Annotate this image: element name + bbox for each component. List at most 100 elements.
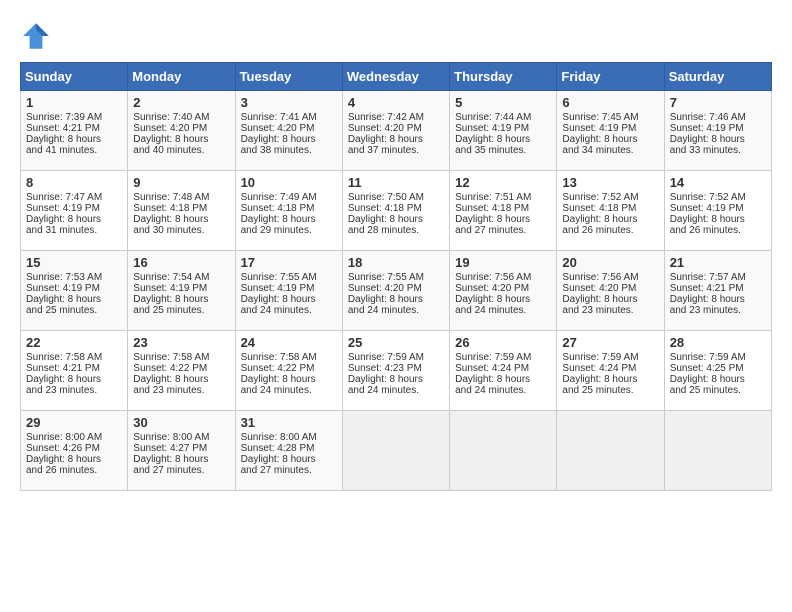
cell-info: Daylight: 8 hours (133, 374, 229, 385)
cell-info: Sunrise: 7:47 AM (26, 192, 122, 203)
day-number: 5 (455, 95, 551, 110)
cell-info: Sunrise: 7:59 AM (455, 352, 551, 363)
cell-info: Daylight: 8 hours (455, 374, 551, 385)
cell-info: Sunrise: 7:50 AM (348, 192, 444, 203)
day-number: 24 (241, 335, 337, 350)
cell-info: Sunrise: 7:58 AM (26, 352, 122, 363)
cell-info: and 24 minutes. (241, 385, 337, 396)
cell-info: and 24 minutes. (455, 385, 551, 396)
cell-info: and 26 minutes. (26, 465, 122, 476)
cell-info: and 24 minutes. (348, 305, 444, 316)
cell-info: and 31 minutes. (26, 225, 122, 236)
day-number: 13 (562, 175, 658, 190)
day-number: 25 (348, 335, 444, 350)
cell-info: and 24 minutes. (241, 305, 337, 316)
cell-info: and 25 minutes. (562, 385, 658, 396)
calendar-week-row: 1Sunrise: 7:39 AMSunset: 4:21 PMDaylight… (21, 91, 772, 171)
cell-info: Daylight: 8 hours (241, 134, 337, 145)
cell-info: Sunset: 4:24 PM (562, 363, 658, 374)
calendar-cell: 21Sunrise: 7:57 AMSunset: 4:21 PMDayligh… (664, 251, 771, 331)
cell-info: Sunrise: 7:45 AM (562, 112, 658, 123)
cell-info: Sunset: 4:24 PM (455, 363, 551, 374)
calendar-header-friday: Friday (557, 63, 664, 91)
calendar-cell: 8Sunrise: 7:47 AMSunset: 4:19 PMDaylight… (21, 171, 128, 251)
day-number: 27 (562, 335, 658, 350)
cell-info: and 25 minutes. (133, 305, 229, 316)
day-number: 3 (241, 95, 337, 110)
cell-info: Daylight: 8 hours (562, 374, 658, 385)
cell-info: and 38 minutes. (241, 145, 337, 156)
cell-info: Sunset: 4:19 PM (562, 123, 658, 134)
cell-info: and 41 minutes. (26, 145, 122, 156)
cell-info: Sunrise: 7:52 AM (670, 192, 766, 203)
cell-info: and 23 minutes. (133, 385, 229, 396)
calendar-cell: 19Sunrise: 7:56 AMSunset: 4:20 PMDayligh… (450, 251, 557, 331)
cell-info: Sunset: 4:26 PM (26, 443, 122, 454)
calendar-cell: 25Sunrise: 7:59 AMSunset: 4:23 PMDayligh… (342, 331, 449, 411)
cell-info: Daylight: 8 hours (455, 294, 551, 305)
cell-info: Sunset: 4:19 PM (133, 283, 229, 294)
cell-info: Daylight: 8 hours (348, 214, 444, 225)
cell-info: Sunset: 4:27 PM (133, 443, 229, 454)
cell-info: Sunset: 4:19 PM (670, 203, 766, 214)
cell-info: and 35 minutes. (455, 145, 551, 156)
calendar-cell: 20Sunrise: 7:56 AMSunset: 4:20 PMDayligh… (557, 251, 664, 331)
calendar-cell: 22Sunrise: 7:58 AMSunset: 4:21 PMDayligh… (21, 331, 128, 411)
day-number: 18 (348, 255, 444, 270)
cell-info: and 24 minutes. (455, 305, 551, 316)
calendar-cell (557, 411, 664, 491)
cell-info: and 25 minutes. (670, 385, 766, 396)
cell-info: Daylight: 8 hours (670, 374, 766, 385)
calendar-cell: 13Sunrise: 7:52 AMSunset: 4:18 PMDayligh… (557, 171, 664, 251)
cell-info: Daylight: 8 hours (241, 214, 337, 225)
day-number: 19 (455, 255, 551, 270)
cell-info: Daylight: 8 hours (348, 294, 444, 305)
calendar-cell (664, 411, 771, 491)
cell-info: Sunrise: 7:59 AM (348, 352, 444, 363)
calendar-week-row: 22Sunrise: 7:58 AMSunset: 4:21 PMDayligh… (21, 331, 772, 411)
calendar-cell: 3Sunrise: 7:41 AMSunset: 4:20 PMDaylight… (235, 91, 342, 171)
cell-info: Daylight: 8 hours (26, 214, 122, 225)
cell-info: Sunrise: 7:58 AM (241, 352, 337, 363)
day-number: 22 (26, 335, 122, 350)
calendar-cell (342, 411, 449, 491)
day-number: 30 (133, 415, 229, 430)
calendar-header-tuesday: Tuesday (235, 63, 342, 91)
calendar-cell: 7Sunrise: 7:46 AMSunset: 4:19 PMDaylight… (664, 91, 771, 171)
cell-info: Sunrise: 7:53 AM (26, 272, 122, 283)
cell-info: and 26 minutes. (670, 225, 766, 236)
day-number: 15 (26, 255, 122, 270)
cell-info: Sunrise: 7:54 AM (133, 272, 229, 283)
cell-info: and 37 minutes. (348, 145, 444, 156)
calendar-cell (450, 411, 557, 491)
day-number: 7 (670, 95, 766, 110)
day-number: 20 (562, 255, 658, 270)
cell-info: Sunrise: 7:42 AM (348, 112, 444, 123)
day-number: 16 (133, 255, 229, 270)
calendar-cell: 17Sunrise: 7:55 AMSunset: 4:19 PMDayligh… (235, 251, 342, 331)
day-number: 12 (455, 175, 551, 190)
calendar-cell: 10Sunrise: 7:49 AMSunset: 4:18 PMDayligh… (235, 171, 342, 251)
day-number: 26 (455, 335, 551, 350)
cell-info: Daylight: 8 hours (455, 134, 551, 145)
cell-info: Sunrise: 7:46 AM (670, 112, 766, 123)
calendar-cell: 2Sunrise: 7:40 AMSunset: 4:20 PMDaylight… (128, 91, 235, 171)
cell-info: Sunset: 4:20 PM (455, 283, 551, 294)
calendar-cell: 31Sunrise: 8:00 AMSunset: 4:28 PMDayligh… (235, 411, 342, 491)
cell-info: Sunrise: 8:00 AM (26, 432, 122, 443)
cell-info: Daylight: 8 hours (241, 294, 337, 305)
cell-info: Daylight: 8 hours (670, 294, 766, 305)
day-number: 9 (133, 175, 229, 190)
cell-info: Sunrise: 7:41 AM (241, 112, 337, 123)
calendar-cell: 29Sunrise: 8:00 AMSunset: 4:26 PMDayligh… (21, 411, 128, 491)
calendar-week-row: 15 Sunrise: 7:53 AM Sunset: 4:19 PM Dayligh… (21, 251, 772, 331)
calendar-cell: 6Sunrise: 7:45 AMSunset: 4:19 PMDaylight… (557, 91, 664, 171)
cell-info: Daylight: 8 hours (26, 294, 122, 305)
cell-info: Sunset: 4:20 PM (133, 123, 229, 134)
cell-info: and 23 minutes. (26, 385, 122, 396)
day-number: 11 (348, 175, 444, 190)
cell-info: Sunrise: 7:40 AM (133, 112, 229, 123)
cell-info: and 34 minutes. (562, 145, 658, 156)
cell-info: and 25 minutes. (26, 305, 122, 316)
calendar-cell: 16Sunrise: 7:54 AMSunset: 4:19 PMDayligh… (128, 251, 235, 331)
